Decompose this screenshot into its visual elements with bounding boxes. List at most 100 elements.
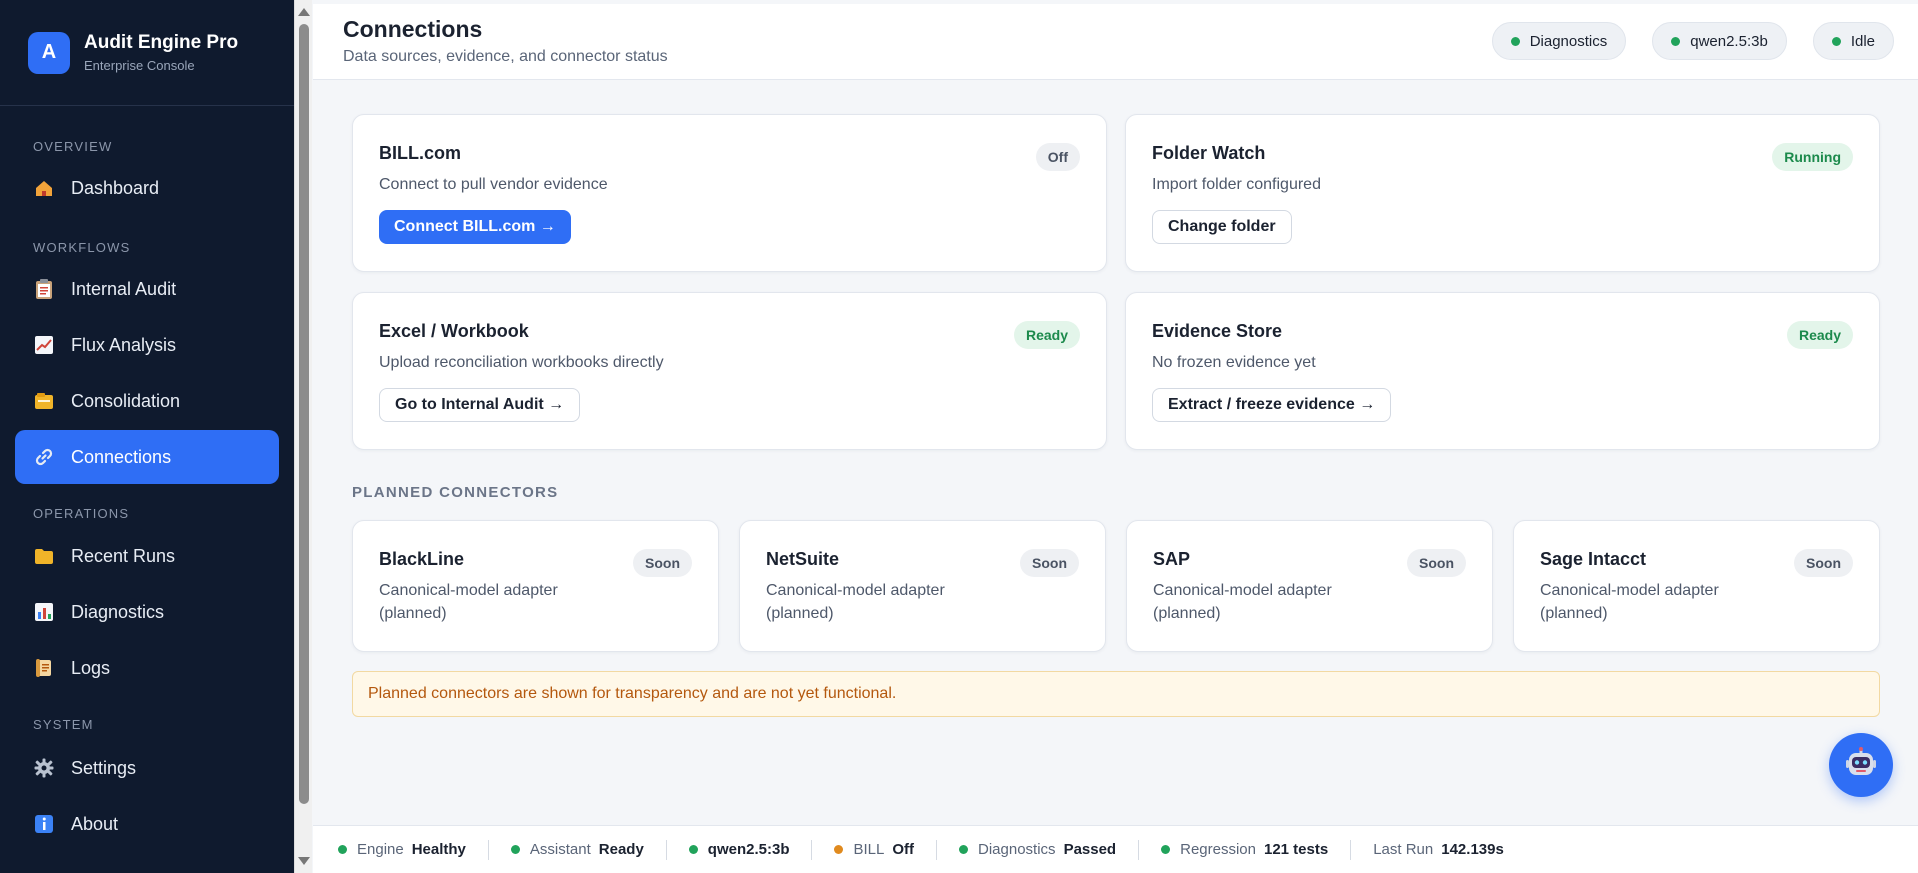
card-title: Excel / Workbook	[379, 321, 529, 341]
go-to-internal-audit-button[interactable]: Go to Internal Audit →	[379, 388, 581, 422]
status-model: qwen2.5:3b	[688, 839, 813, 860]
planned-connectors-heading: PLANNED CONNECTORS	[352, 484, 559, 501]
status-badge: Running	[1772, 143, 1853, 171]
status-dot-icon	[1510, 36, 1520, 46]
card-description: Canonical-model adapter (planned)	[1153, 582, 1332, 622]
sidebar-item-label: Internal Audit	[71, 278, 177, 299]
card-description: Canonical-model adapter (planned)	[1540, 582, 1719, 622]
status-value: 142.139s	[1441, 841, 1504, 858]
status-key: Regression	[1180, 841, 1256, 858]
scroll-down-arrow-icon[interactable]	[298, 857, 310, 865]
sidebar-item-label: Dashboard	[71, 177, 160, 198]
card-title: BILL.com	[379, 143, 462, 163]
card-description: Connect to pull vendor evidence	[379, 176, 608, 193]
card-description: Canonical-model adapter (planned)	[766, 582, 945, 622]
sidebar-item-label: Flux Analysis	[71, 334, 177, 355]
planned-card-blackline: BlackLine Soon Canonical-model adapter (…	[352, 520, 719, 652]
sidebar-item-consolidation[interactable]: Consolidation	[15, 374, 279, 428]
house-icon	[33, 177, 55, 199]
card-box-icon	[33, 390, 55, 412]
status-dot-icon	[688, 845, 698, 854]
status-key: BILL	[853, 841, 885, 858]
status-value: qwen2.5:3b	[707, 841, 790, 858]
status-key: Diagnostics	[978, 841, 1056, 858]
card-title: SAP	[1153, 549, 1191, 569]
card-title: NetSuite	[766, 549, 840, 569]
nav-group-overview: OVERVIEW	[33, 138, 113, 154]
idle-pill[interactable]: Idle	[1812, 22, 1894, 60]
card-description: Canonical-model adapter (planned)	[379, 582, 558, 622]
page-header: Connections Data sources, evidence, and …	[313, 4, 1918, 80]
status-dot-icon	[834, 845, 844, 854]
sidebar-item-diagnostics[interactable]: Diagnostics	[15, 585, 279, 639]
status-badge: Off	[1035, 143, 1080, 171]
sidebar-item-recent-runs[interactable]: Recent Runs	[15, 529, 279, 583]
line-chart-icon	[33, 334, 55, 356]
status-value: Ready	[598, 841, 644, 858]
brand-subtitle: Enterprise Console	[84, 58, 195, 73]
sidebar-item-logs[interactable]: Logs	[15, 641, 279, 695]
connection-card-evidence-store: Evidence Store Ready No frozen evidence …	[1125, 292, 1880, 450]
status-engine: Engine Healthy	[338, 839, 489, 860]
card-description: No frozen evidence yet	[1152, 354, 1316, 371]
connection-card-excel: Excel / Workbook Ready Upload reconcilia…	[352, 292, 1107, 450]
diagnostics-pill[interactable]: Diagnostics	[1491, 22, 1627, 60]
status-value: Passed	[1063, 841, 1117, 858]
scroll-up-arrow-icon[interactable]	[298, 8, 310, 16]
status-dot-icon	[510, 845, 520, 854]
status-badge: Ready	[1013, 321, 1080, 349]
status-badge: Soon	[1794, 549, 1853, 577]
nav-group-system: SYSTEM	[33, 716, 94, 732]
status-dot-icon	[1671, 36, 1681, 46]
sidebar-item-label: Consolidation	[71, 390, 181, 411]
change-folder-button[interactable]: Change folder	[1152, 210, 1292, 244]
brand: A Audit Engine Pro Enterprise Console	[0, 0, 294, 106]
brand-title: Audit Engine Pro	[84, 32, 239, 53]
status-assistant: Assistant Ready	[510, 839, 667, 860]
sidebar-item-label: Logs	[71, 657, 111, 678]
card-title: Evidence Store	[1152, 321, 1283, 341]
info-icon	[33, 813, 55, 835]
extract-freeze-evidence-button[interactable]: Extract / freeze evidence →	[1152, 388, 1392, 422]
scroll-thumb[interactable]	[299, 24, 309, 804]
status-regression: Regression 121 tests	[1161, 839, 1352, 860]
status-dot-icon	[959, 845, 969, 854]
sidebar-item-connections[interactable]: Connections	[15, 430, 279, 484]
page-subtitle: Data sources, evidence, and connector st…	[343, 48, 668, 65]
sidebar-scrollbar[interactable]	[294, 0, 312, 873]
card-description: Import folder configured	[1152, 176, 1321, 193]
status-key: Last Run	[1373, 841, 1434, 858]
nav-group-operations: OPERATIONS	[33, 505, 130, 521]
connection-card-folder-watch: Folder Watch Running Import folder confi…	[1125, 114, 1880, 272]
status-badge: Ready	[1786, 321, 1853, 349]
sidebar-item-flux-analysis[interactable]: Flux Analysis	[15, 318, 279, 372]
status-key: Engine	[357, 841, 404, 858]
status-key: Assistant	[529, 841, 591, 858]
planned-card-sage-intacct: Sage Intacct Soon Canonical-model adapte…	[1513, 520, 1880, 652]
card-title: Sage Intacct	[1540, 549, 1647, 569]
card-title: BlackLine	[379, 549, 465, 569]
sidebar-item-label: Settings	[71, 757, 137, 778]
sidebar-item-dashboard[interactable]: Dashboard	[15, 161, 279, 215]
planned-connectors-notice: Planned connectors are shown for transpa…	[352, 671, 1880, 717]
sidebar-item-internal-audit[interactable]: Internal Audit	[15, 262, 279, 316]
planned-card-netsuite: NetSuite Soon Canonical-model adapter (p…	[739, 520, 1106, 652]
sidebar-item-label: Diagnostics	[71, 601, 165, 622]
status-dot-icon	[1161, 845, 1171, 854]
page-title: Connections	[343, 16, 483, 42]
status-bill: BILL Off	[834, 839, 938, 860]
pill-label: Idle	[1850, 32, 1875, 50]
bar-chart-icon	[33, 601, 55, 623]
model-pill[interactable]: qwen2.5:3b	[1652, 22, 1787, 60]
sidebar-item-about[interactable]: About	[15, 797, 279, 851]
sidebar-item-settings[interactable]: Settings	[15, 741, 279, 795]
sidebar-item-label: About	[71, 813, 119, 834]
card-description: Upload reconciliation workbooks directly	[379, 354, 664, 371]
card-title: Folder Watch	[1152, 143, 1266, 163]
assistant-button[interactable]	[1829, 733, 1893, 797]
clipboard-icon	[33, 278, 55, 300]
robot-icon	[1844, 746, 1878, 785]
status-diagnostics: Diagnostics Passed	[959, 839, 1140, 860]
status-dot-icon	[1831, 36, 1841, 46]
connect-bill-button[interactable]: Connect BILL.com →	[379, 210, 571, 244]
